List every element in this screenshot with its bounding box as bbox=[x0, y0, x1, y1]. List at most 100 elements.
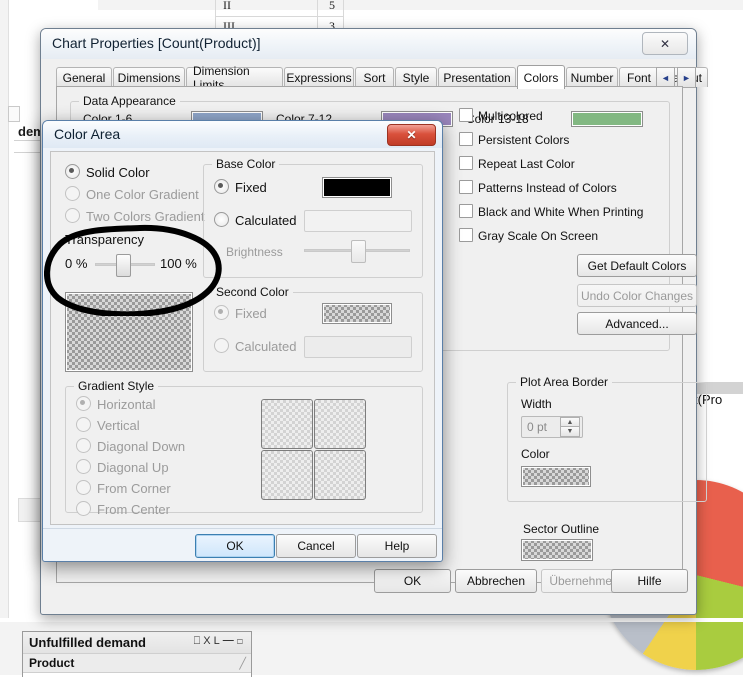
base-color-swatch[interactable] bbox=[322, 177, 392, 198]
radio-label: Diagonal Down bbox=[97, 439, 186, 454]
radio-second-calculated: Calculated bbox=[214, 338, 296, 354]
radio-solid-color[interactable]: Solid Color bbox=[65, 164, 150, 180]
tab-sort[interactable]: Sort bbox=[355, 67, 394, 87]
second-color-swatch[interactable] bbox=[322, 303, 392, 324]
chevron-right-icon[interactable]: ► bbox=[677, 67, 696, 88]
slider-thumb bbox=[350, 240, 366, 263]
column-header-product[interactable]: Product bbox=[29, 656, 74, 670]
close-icon[interactable]: ✕ bbox=[642, 32, 688, 55]
radio-dot bbox=[214, 305, 229, 320]
table-row: II 5 bbox=[215, 0, 343, 17]
sort-indicator-icon[interactable]: ╱ bbox=[239, 657, 246, 670]
plot-area-border-group: Plot Area Border Width 0 pt ▲ ▼ Color bbox=[507, 375, 707, 502]
stepper-down-icon[interactable]: ▼ bbox=[560, 426, 580, 437]
xl-export-icon[interactable]: XL bbox=[203, 635, 222, 647]
column-header-row[interactable]: Product ╱ bbox=[23, 654, 251, 673]
tab-scroll-buttons[interactable]: ◄ ► bbox=[656, 67, 696, 88]
radio-dot bbox=[76, 396, 91, 411]
radio-dot bbox=[76, 438, 91, 453]
maximize-icon[interactable]: ◻ bbox=[237, 635, 246, 647]
checkbox-persistent-colors[interactable]: Persistent Colors bbox=[459, 132, 569, 147]
plot-area-border-color-swatch[interactable] bbox=[521, 466, 591, 487]
print-icon[interactable]: ⎕ bbox=[194, 635, 204, 647]
hilfe-button[interactable]: Hilfe bbox=[611, 569, 688, 593]
checkbox-gray-scale-on-screen[interactable]: Gray Scale On Screen bbox=[459, 228, 598, 243]
checkbox-box[interactable] bbox=[459, 108, 473, 122]
radio-dot[interactable] bbox=[214, 179, 229, 194]
close-icon[interactable]: ✕ bbox=[387, 124, 436, 146]
plot-area-border-legend: Plot Area Border bbox=[516, 375, 613, 389]
checkbox-label: Multicolored bbox=[478, 109, 543, 123]
gradient-preview-bottom-left[interactable] bbox=[261, 450, 313, 500]
radio-dot bbox=[76, 480, 91, 495]
data-appearance-legend: Data Appearance bbox=[79, 94, 180, 108]
window-caption-icons[interactable]: ⎕XL━◻ bbox=[194, 635, 246, 648]
window-caption[interactable]: Unfulfilled demand ⎕XL━◻ bbox=[23, 632, 251, 654]
gradient-preview-bottom-right[interactable] bbox=[314, 450, 366, 500]
color-area-dialog[interactable]: Color Area ✕ Solid Color One Color Gradi… bbox=[42, 120, 443, 562]
cancel-button[interactable]: Cancel bbox=[276, 534, 356, 558]
brightness-slider bbox=[304, 240, 410, 263]
sector-outline-swatch[interactable] bbox=[521, 539, 593, 561]
checkbox-repeat-last-color[interactable]: Repeat Last Color bbox=[459, 156, 575, 171]
ok-button[interactable]: OK bbox=[374, 569, 451, 593]
chart-properties-title: Chart Properties [Count(Product)] bbox=[52, 35, 261, 51]
radio-dot[interactable] bbox=[65, 164, 80, 179]
tab-number[interactable]: Number bbox=[566, 67, 618, 87]
checkbox-box[interactable] bbox=[459, 132, 473, 146]
base-calculated-input[interactable] bbox=[304, 210, 412, 232]
chevron-left-icon[interactable]: ◄ bbox=[656, 67, 675, 88]
checkbox-box[interactable] bbox=[459, 156, 473, 170]
gradient-style-group: Gradient Style Horizontal Vertical Diago… bbox=[65, 379, 423, 517]
chart-properties-titlebar[interactable]: Chart Properties [Count(Product)] ✕ bbox=[41, 29, 696, 59]
unfulfilled-demand-window[interactable]: Unfulfilled demand ⎕XL━◻ Product ╱ bbox=[22, 631, 252, 683]
tab-font[interactable]: Font bbox=[619, 67, 659, 87]
advanced-button[interactable]: Advanced... bbox=[577, 312, 697, 335]
checkbox-label: Patterns Instead of Colors bbox=[478, 181, 617, 195]
tab-strip[interactable]: General Dimensions Dimension Limits Expr… bbox=[56, 64, 708, 92]
base-color-legend: Base Color bbox=[212, 157, 280, 171]
width-stepper[interactable]: 0 pt ▲ ▼ bbox=[521, 416, 583, 438]
radio-dot bbox=[76, 459, 91, 474]
tab-presentation[interactable]: Presentation bbox=[438, 67, 516, 87]
transparency-slider[interactable] bbox=[95, 254, 155, 277]
radio-label: Fixed bbox=[235, 180, 267, 195]
checkbox-label: Gray Scale On Screen bbox=[478, 229, 599, 243]
color-swatch-3[interactable] bbox=[571, 111, 643, 127]
radio-two-colors-gradient: Two Colors Gradient bbox=[65, 208, 205, 224]
slider-thumb[interactable] bbox=[116, 254, 132, 277]
second-color-group: Second Color Fixed Calculated bbox=[203, 285, 423, 372]
gradient-preview-top-left[interactable] bbox=[261, 399, 313, 449]
tab-dimensions[interactable]: Dimensions bbox=[113, 67, 185, 87]
checkbox-box[interactable] bbox=[459, 204, 473, 218]
window-title: Unfulfilled demand bbox=[29, 635, 146, 650]
checkbox-patterns-instead-of-colors[interactable]: Patterns Instead of Colors bbox=[459, 180, 617, 195]
checkbox-box[interactable] bbox=[459, 228, 473, 242]
checkbox-black-and-white-when-printing[interactable]: Black and White When Printing bbox=[459, 204, 643, 219]
radio-dot bbox=[65, 208, 80, 223]
transparency-max-label: 100 % bbox=[160, 256, 197, 271]
tab-style[interactable]: Style bbox=[395, 67, 437, 87]
checkbox-multicolored[interactable]: Multicolored bbox=[459, 108, 543, 123]
tab-expressions[interactable]: Expressions bbox=[284, 67, 354, 87]
radio-dot[interactable] bbox=[214, 212, 229, 227]
left-rail bbox=[0, 0, 9, 618]
tab-general[interactable]: General bbox=[56, 67, 112, 87]
tab-colors[interactable]: Colors bbox=[517, 65, 565, 89]
brightness-label: Brightness bbox=[226, 245, 283, 259]
radio-base-fixed[interactable]: Fixed bbox=[214, 179, 267, 195]
minimize-icon[interactable]: ━ bbox=[223, 635, 237, 647]
radio-base-calculated[interactable]: Calculated bbox=[214, 212, 296, 228]
second-color-legend: Second Color bbox=[212, 285, 293, 299]
tab-dimension-limits[interactable]: Dimension Limits bbox=[186, 64, 283, 92]
get-default-colors-button[interactable]: Get Default Colors bbox=[577, 254, 697, 277]
gradient-style-legend: Gradient Style bbox=[74, 379, 159, 393]
checkbox-box[interactable] bbox=[459, 180, 473, 194]
help-button[interactable]: Help bbox=[357, 534, 437, 558]
radio-horizontal: Horizontal bbox=[76, 396, 156, 412]
gradient-preview-top-right[interactable] bbox=[314, 399, 366, 449]
radio-vertical: Vertical bbox=[76, 417, 140, 433]
ok-button[interactable]: OK bbox=[195, 534, 275, 558]
color-area-titlebar[interactable]: Color Area ✕ bbox=[43, 121, 442, 148]
abbrechen-button[interactable]: Abbrechen bbox=[455, 569, 537, 593]
